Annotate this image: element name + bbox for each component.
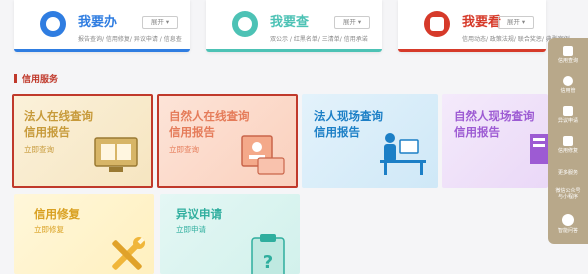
card-title: 我要看 bbox=[462, 15, 502, 30]
edit-icon bbox=[563, 106, 573, 116]
side-item-ai-qa[interactable]: 智能问答 bbox=[548, 214, 588, 234]
person-at-desk-icon bbox=[380, 133, 426, 175]
expand-button[interactable]: 展开 ▾ bbox=[334, 16, 370, 29]
card-links[interactable]: 双公示 / 红黑名单/ 三清单/ 信用承诺 bbox=[270, 34, 368, 43]
card-title: 我要办 bbox=[78, 15, 118, 30]
section-title: 信用服务 bbox=[14, 72, 58, 85]
side-item-wechat[interactable]: 微信公众号与小程序 bbox=[548, 186, 588, 200]
side-item-more[interactable]: 更多服务 bbox=[548, 168, 588, 176]
tile-legal-onsite-query[interactable]: 法人现场查询 信用报告 bbox=[302, 94, 438, 188]
question-icon bbox=[232, 11, 258, 37]
side-panel: 信用查询 信用管 异议申请 信用修复 更多服务 微信公众号与小程序 智能问答 bbox=[548, 38, 588, 244]
wrench-icon bbox=[112, 236, 146, 270]
tile-person-onsite-query[interactable]: 自然人现场查询 信用报告 bbox=[442, 94, 548, 188]
expand-button[interactable]: 展开 ▾ bbox=[142, 16, 178, 29]
user-icon bbox=[40, 11, 66, 37]
side-item-credit-manage[interactable]: 信用管 bbox=[548, 76, 588, 94]
robot-icon bbox=[562, 214, 574, 226]
computer-icon bbox=[94, 137, 138, 172]
side-item-objection[interactable]: 异议申请 bbox=[548, 106, 588, 124]
clipboard-question-icon: ? bbox=[251, 234, 285, 274]
card-wo-yao-cha[interactable]: 我要查 展开 ▾ 双公示 / 红黑名单/ 三清单/ 信用承诺 bbox=[206, 0, 382, 52]
tile-legal-online-query[interactable]: 法人在线查询 信用报告 立即查询 bbox=[12, 94, 153, 188]
user-icon bbox=[563, 76, 573, 86]
tile-credit-repair[interactable]: 信用修复 立即修复 bbox=[14, 194, 154, 274]
card-links[interactable]: 报告查询/ 信用修复/ 异议申请 / 信息查 bbox=[78, 34, 182, 43]
side-item-repair[interactable]: 信用修复 bbox=[548, 136, 588, 154]
svg-text:?: ? bbox=[263, 252, 273, 273]
tile-objection-apply[interactable]: 异议申请 立即申请 ? bbox=[160, 194, 300, 274]
book-icon bbox=[424, 11, 450, 37]
card-wo-yao-ban[interactable]: 我要办 展开 ▾ 报告查询/ 信用修复/ 异议申请 / 信息查 bbox=[14, 0, 190, 52]
profile-card-icon bbox=[241, 135, 285, 175]
expand-button[interactable]: 展开 ▾ bbox=[498, 16, 534, 29]
doc-icon bbox=[563, 136, 573, 146]
person-screen-icon bbox=[530, 134, 548, 164]
search-doc-icon bbox=[563, 46, 573, 56]
card-title: 我要查 bbox=[270, 15, 310, 30]
card-wo-yao-kan[interactable]: 我要看 展开 ▾ 信用动态/ 政策法规/ 联合奖惩/ 典型案例 bbox=[398, 0, 570, 52]
side-item-credit-query[interactable]: 信用查询 bbox=[548, 46, 588, 64]
tile-person-online-query[interactable]: 自然人在线查询 信用报告 立即查询 bbox=[157, 94, 298, 188]
